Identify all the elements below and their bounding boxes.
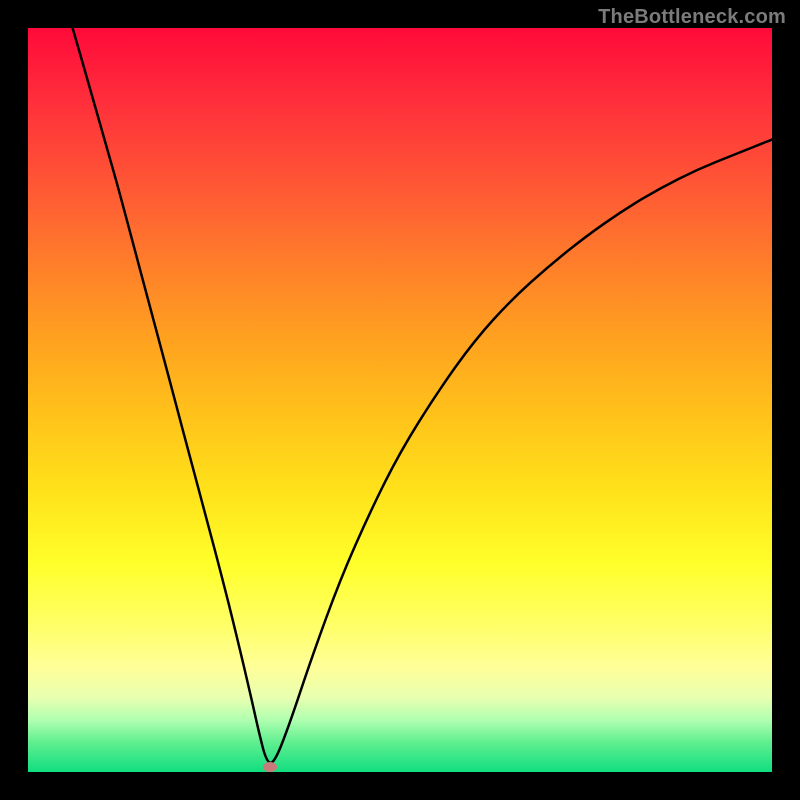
optimum-marker xyxy=(263,762,277,772)
watermark-text: TheBottleneck.com xyxy=(598,6,786,29)
plot-area xyxy=(28,28,772,772)
bottleneck-curve xyxy=(28,28,772,772)
chart-frame: TheBottleneck.com xyxy=(0,0,800,800)
